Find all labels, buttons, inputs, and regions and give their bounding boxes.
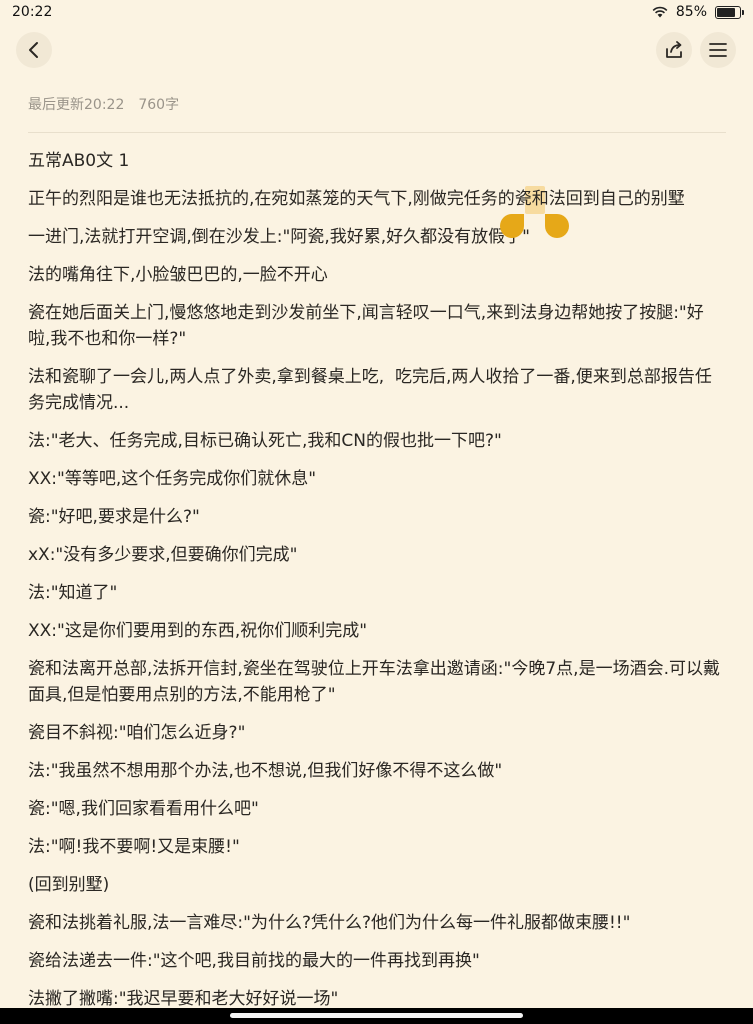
clock: 20:22: [12, 4, 53, 20]
chapter-meta: 最后更新20:22 760字: [28, 94, 179, 114]
battery-percent: 85%: [675, 4, 707, 20]
paragraph: 一进门,法就打开空调,倒在沙发上:"阿瓷,我好累,好久都没有放假了": [28, 227, 530, 247]
paragraph: 法:"老大、任务完成,目标已确认死亡,我和CN的假也批一下吧?": [28, 431, 502, 451]
paragraph: (回到别墅): [28, 875, 110, 895]
paragraph: XX:"等等吧,这个任务完成你们就休息": [28, 469, 317, 489]
paragraph: 法:"啊!我不要啊!又是束腰!": [28, 837, 240, 857]
selection-handle-right[interactable]: [545, 214, 569, 238]
paragraph: 瓷在她后面关上门,慢悠悠地走到沙发前坐下,闻言轻叹一口气,来到法身边帮她按了按腿…: [28, 303, 704, 349]
chapter-title: 五常AB0文 1: [28, 151, 130, 171]
paragraph: XX:"这是你们要用到的东西,祝你们顺利完成": [28, 621, 368, 641]
divider: [28, 132, 726, 133]
selection-handle-left[interactable]: [500, 214, 524, 238]
paragraph-list: 正午的烈阳是谁也无法抵抗的,在宛如蒸笼的天气下,刚做完任务的瓷和法回到自己的别墅…: [28, 186, 726, 1012]
status-bar: 20:22 85%: [0, 0, 753, 24]
paragraph: 法和瓷聊了一会儿,两人点了外卖,拿到餐桌上吃, 吃完后,两人收拾了一番,便来到总…: [28, 367, 712, 413]
paragraph: 法的嘴角往下,小脸皱巴巴的,一脸不开心: [28, 265, 328, 285]
paragraph: 瓷:"好吧,要求是什么?": [28, 507, 200, 527]
back-button[interactable]: [16, 32, 52, 68]
share-button[interactable]: [656, 32, 692, 68]
paragraph: 瓷给法递去一件:"这个吧,我目前找的最大的一件再找到再换": [28, 951, 480, 971]
menu-icon: [709, 43, 727, 57]
status-icons: 85%: [652, 4, 744, 20]
paragraph: 法:"知道了": [28, 583, 118, 603]
wifi-icon: [652, 6, 668, 18]
battery-icon: [715, 5, 744, 19]
paragraph: 瓷目不斜视:"咱们怎么近身?": [28, 723, 246, 743]
paragraph: 瓷和法离开总部,法拆开信封,瓷坐在驾驶位上开车法拿出邀请函:"今晚7点,是一场酒…: [28, 659, 720, 705]
word-count: 760字: [138, 97, 180, 113]
paragraph: 瓷和法挑着礼服,法一言难尽:"为什么?凭什么?他们为什么每一件礼服都做束腰!!": [28, 913, 631, 933]
home-indicator[interactable]: [230, 1013, 523, 1018]
paragraph: 正午的烈阳是谁也无法抵抗的,在宛如蒸笼的天气下,刚做完任务的瓷和法回到自己的别墅: [28, 189, 685, 209]
menu-button[interactable]: [700, 32, 736, 68]
paragraph: 法:"我虽然不想用那个办法,也不想说,但我们好像不得不这么做": [28, 761, 503, 781]
paragraph: xX:"没有多少要求,但要确你们完成": [28, 545, 298, 565]
back-chevron-icon: [29, 42, 38, 58]
battery-fill: [717, 7, 735, 17]
paragraph: 瓷:"嗯,我们回家看看用什么吧": [28, 799, 259, 819]
reader-toolbar: [0, 28, 753, 72]
share-icon: [666, 41, 682, 58]
last-updated: 最后更新20:22: [28, 97, 125, 113]
chapter-content[interactable]: 五常AB0文 1 正午的烈阳是谁也无法抵抗的,在宛如蒸笼的天气下,刚做完任务的瓷…: [28, 148, 726, 1024]
